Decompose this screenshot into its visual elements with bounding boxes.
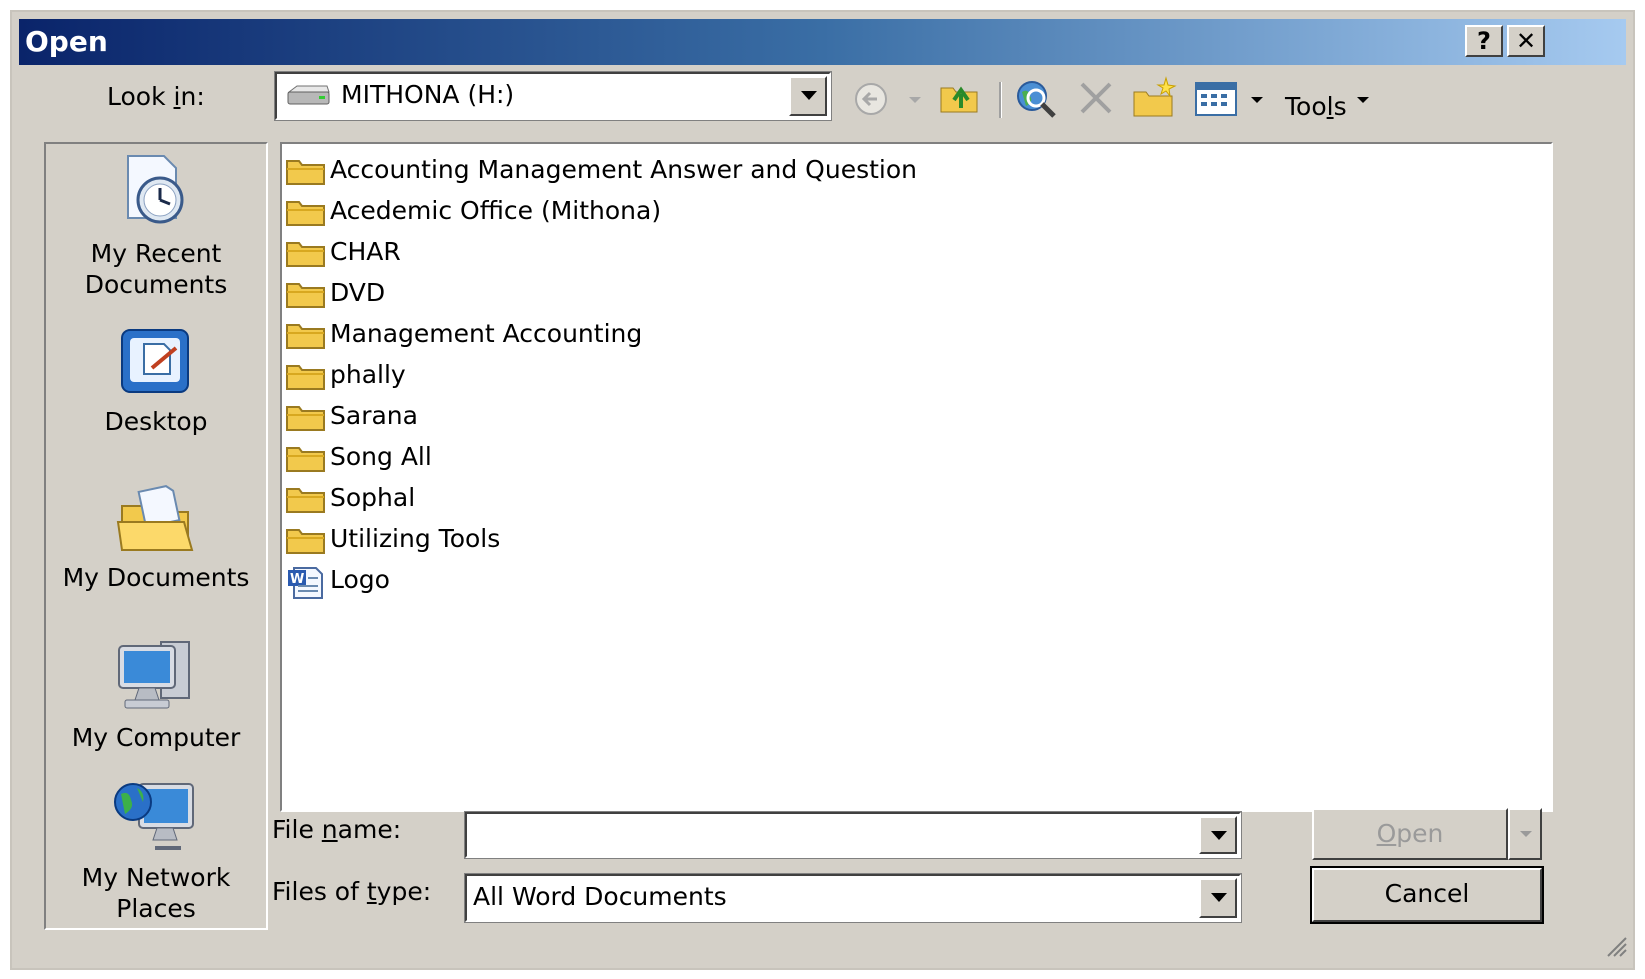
file-name: phally xyxy=(330,360,406,389)
file-name: CHAR xyxy=(330,237,401,266)
back-dropdown-arrow-icon[interactable] xyxy=(909,97,921,103)
look-in-label: Look in: xyxy=(107,82,205,111)
drive-icon xyxy=(285,84,331,112)
place-my-network-places[interactable]: My Network Places xyxy=(46,776,266,924)
views-dropdown-arrow-icon[interactable] xyxy=(1251,97,1263,103)
folder-icon xyxy=(286,529,325,554)
folder-icon xyxy=(286,201,325,226)
place-label: My Computer xyxy=(71,723,241,752)
help-button[interactable]: ? xyxy=(1465,25,1503,57)
place-label: My Recent xyxy=(90,239,222,268)
recent-documents-icon xyxy=(127,155,184,224)
place-desktop[interactable]: Desktop xyxy=(46,324,266,437)
network-places-icon xyxy=(114,783,194,850)
file-name: Accounting Management Answer and Questio… xyxy=(330,155,917,184)
place-label: My Network xyxy=(81,863,231,892)
folder-icon xyxy=(286,242,325,267)
place-my-documents[interactable]: My Documents xyxy=(46,480,266,593)
file-name: DVD xyxy=(330,278,386,307)
folder-icon xyxy=(286,447,325,472)
toolbar-separator xyxy=(999,82,1002,118)
file-name: Management Accounting xyxy=(330,319,643,348)
look-in-value: MITHONA (H:) xyxy=(341,80,515,109)
open-dialog: Open ? ✕ Look in: MITHONA (H:) Tools My … xyxy=(10,10,1635,970)
folder-icon xyxy=(286,283,325,308)
open-button[interactable]: Open xyxy=(1312,808,1508,860)
desktop-icon xyxy=(121,329,189,393)
file-name: Logo xyxy=(330,565,390,594)
look-in-combo[interactable]: MITHONA (H:) xyxy=(274,71,832,121)
delete-icon[interactable] xyxy=(1078,80,1114,124)
place-label: My Documents xyxy=(62,563,250,592)
file-name-dropdown-button[interactable] xyxy=(1199,816,1237,854)
place-my-recent-documents[interactable]: My Recent Documents xyxy=(46,152,266,300)
search-web-icon[interactable] xyxy=(1014,78,1058,122)
my-computer-icon xyxy=(118,641,190,709)
views-icon[interactable] xyxy=(1195,82,1237,126)
back-icon[interactable] xyxy=(852,80,890,124)
folder-icon xyxy=(286,488,325,513)
new-folder-icon[interactable] xyxy=(1132,76,1178,120)
file-list[interactable]: Accounting Management Answer and Questio… xyxy=(280,142,1553,812)
places-bar: My Recent Documents Desktop My Documents xyxy=(44,142,268,930)
file-name: Song All xyxy=(330,442,432,471)
folder-icon xyxy=(286,406,325,431)
place-my-computer[interactable]: My Computer xyxy=(46,636,266,753)
place-label: Desktop xyxy=(104,407,208,436)
my-documents-icon xyxy=(116,485,194,551)
tools-menu-button[interactable]: Tools xyxy=(1285,92,1347,121)
tools-dropdown-arrow-icon[interactable] xyxy=(1357,97,1369,103)
folder-icon xyxy=(286,365,325,390)
file-name: Sophal xyxy=(330,483,416,512)
file-name-combo[interactable] xyxy=(464,811,1242,859)
close-button[interactable]: ✕ xyxy=(1507,25,1545,57)
file-name-label: File name: xyxy=(272,815,402,844)
resize-grip-icon[interactable] xyxy=(1604,934,1628,962)
open-dropdown-button[interactable] xyxy=(1508,808,1542,860)
word-document-icon: W xyxy=(288,567,323,599)
look-in-dropdown-button[interactable] xyxy=(789,76,827,116)
cancel-button[interactable]: Cancel xyxy=(1310,866,1544,924)
file-name: Sarana xyxy=(330,401,418,430)
open-dropdown-arrow-icon xyxy=(1520,831,1532,837)
files-of-type-dropdown-button[interactable] xyxy=(1199,878,1237,918)
place-label: Documents xyxy=(84,270,228,299)
folder-icon xyxy=(286,160,325,185)
dialog-title: Open xyxy=(25,25,108,58)
place-label: Places xyxy=(116,894,196,923)
file-name: Acedemic Office (Mithona) xyxy=(330,196,662,225)
files-of-type-value: All Word Documents xyxy=(473,882,727,911)
files-of-type-label: Files of type: xyxy=(272,877,432,906)
files-of-type-combo[interactable]: All Word Documents xyxy=(464,873,1242,923)
file-name: Utilizing Tools xyxy=(330,524,501,553)
title-bar[interactable]: Open ? ✕ xyxy=(19,19,1626,65)
up-folder-icon[interactable] xyxy=(939,78,981,122)
svg-text:W: W xyxy=(290,572,304,587)
folder-icon xyxy=(286,324,325,349)
